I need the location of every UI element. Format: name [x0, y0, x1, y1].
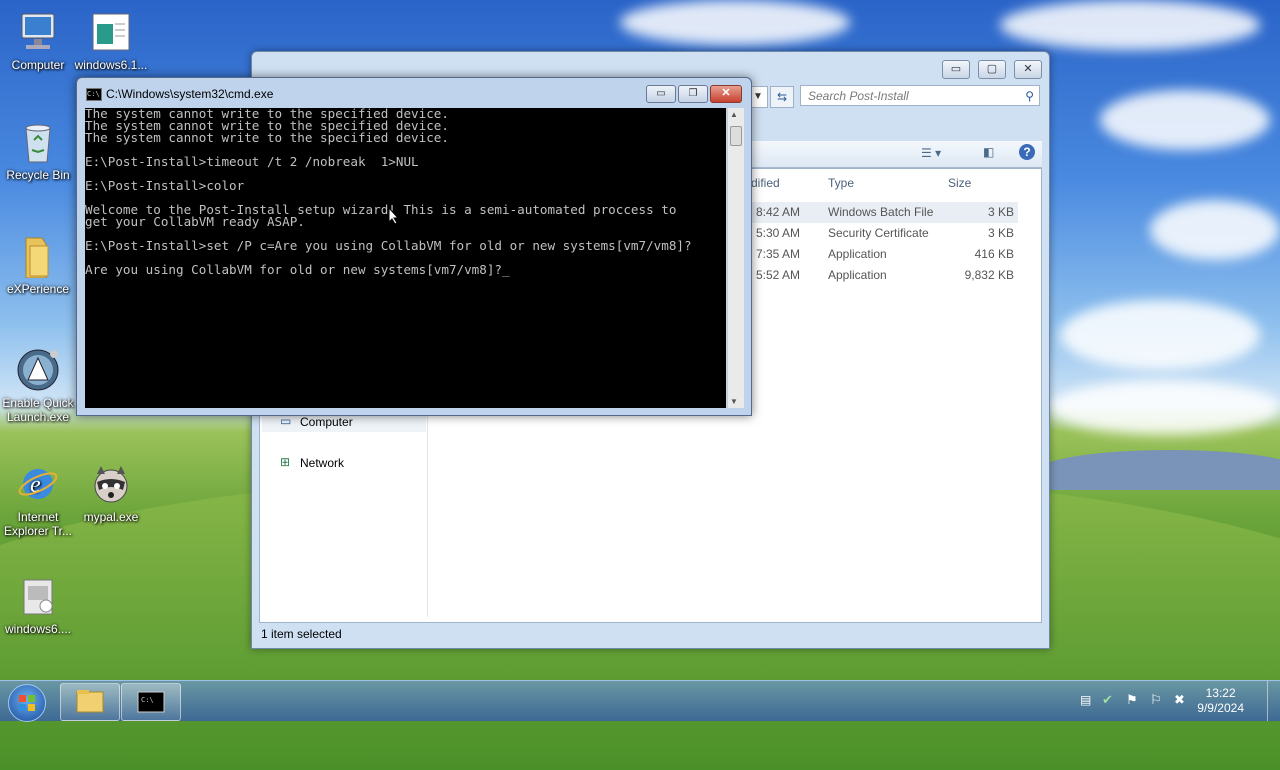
internet-explorer-icon: e: [16, 462, 60, 506]
desktop-icon-label: Recycle Bin: [6, 168, 70, 182]
desktop-icon-mypal[interactable]: mypal.exe: [73, 462, 149, 524]
console-line: E:\Post-Install>color: [85, 178, 245, 193]
clock-date: 9/9/2024: [1197, 701, 1244, 715]
file-row[interactable]: 8:42 AM Windows Batch File 3 KB: [748, 202, 1018, 223]
desktop-icon-recycle-bin[interactable]: Recycle Bin: [0, 120, 76, 182]
console-line: get your CollabVM ready ASAP.: [85, 214, 305, 229]
desktop-icon-windows-package-2[interactable]: windows6....: [0, 574, 76, 636]
folder-icon: [16, 234, 60, 279]
desktop-icon-label: Enable Quick Launch.exe: [2, 396, 74, 424]
minimize-button[interactable]: ▭: [942, 60, 970, 79]
security-icon[interactable]: ✔: [1102, 692, 1113, 708]
taskbar-cmd-button[interactable]: C:\: [121, 683, 181, 721]
svg-text:C:\: C:\: [141, 696, 154, 704]
console-output[interactable]: The system cannot write to the specified…: [85, 108, 726, 408]
console-line: E:\Post-Install>timeout /t 2 /nobreak 1>…: [85, 154, 419, 169]
window-title: C:\Windows\system32\cmd.exe: [106, 87, 274, 101]
file-size: 3 KB: [987, 205, 1014, 219]
action-center-flag-icon[interactable]: ⚑: [1126, 692, 1138, 708]
file-row[interactable]: 7:35 AM Application 416 KB: [748, 244, 1018, 265]
column-header-date-modified[interactable]: dified: [751, 176, 780, 190]
taskbar: C:\ ▤ ✔ ⚑ ⚐ ✖ 13:22 9/9/2024: [0, 680, 1280, 722]
desktop-icon-windows-package[interactable]: windows6.1...: [73, 10, 149, 72]
document-icon: [89, 10, 133, 54]
file-time: 5:30 AM: [756, 226, 801, 240]
search-icon[interactable]: ⚲: [1025, 86, 1034, 107]
scroll-down-icon[interactable]: ▼: [730, 397, 738, 406]
close-button[interactable]: ✕: [710, 85, 742, 103]
views-icon[interactable]: ☰ ▾: [921, 146, 941, 160]
file-size: 416 KB: [974, 247, 1014, 261]
file-size: 3 KB: [987, 226, 1014, 240]
status-bar: 1 item selected: [261, 627, 342, 641]
nav-item-computer[interactable]: ▭ Computer: [262, 414, 426, 432]
nav-label: Network: [300, 456, 345, 470]
column-header-size[interactable]: Size: [948, 176, 971, 190]
desktop-icon-enable-quick-launch[interactable]: Enable Quick Launch.exe: [0, 348, 76, 424]
minimize-button[interactable]: ▭: [646, 85, 676, 103]
notification-icon[interactable]: ▤: [1080, 693, 1091, 707]
mouse-cursor-icon: [388, 207, 400, 225]
restore-button[interactable]: ❐: [678, 85, 708, 103]
desktop-icon-label: windows6....: [4, 622, 72, 636]
file-row[interactable]: 5:52 AM Application 9,832 KB: [748, 265, 1018, 286]
file-type: Windows Batch File: [828, 205, 934, 219]
maximize-button[interactable]: ▢: [978, 60, 1006, 79]
pane-divider: [427, 387, 428, 617]
desktop-icon-internet-explorer[interactable]: e Internet Explorer Tr...: [0, 462, 76, 538]
file-type: Application: [828, 247, 887, 261]
vertical-scrollbar[interactable]: ▲ ▼: [727, 108, 744, 408]
close-button[interactable]: ✕: [1014, 60, 1042, 79]
recycle-bin-icon: [16, 120, 60, 164]
computer-icon: ▭: [280, 414, 292, 428]
network-icon: ⊞: [280, 455, 291, 469]
cmd-icon: C:\: [86, 88, 102, 101]
file-time: 8:42 AM: [756, 205, 801, 219]
console-line: The system cannot write to the specified…: [85, 130, 449, 145]
desktop-icon-label: Computer: [11, 58, 65, 72]
taskbar-explorer-button[interactable]: [60, 683, 120, 721]
file-type: Application: [828, 268, 887, 282]
file-time: 5:52 AM: [756, 268, 801, 282]
preview-pane-icon[interactable]: ◧: [983, 145, 994, 159]
desktop-icon-label: windows6.1...: [74, 58, 148, 72]
console-line: Are you using CollabVM for old or new sy…: [85, 262, 510, 277]
desktop-icon-label: Internet Explorer Tr...: [3, 510, 73, 538]
scroll-up-icon[interactable]: ▲: [730, 110, 738, 119]
desktop-icon-label: mypal.exe: [83, 510, 139, 524]
start-button[interactable]: [8, 684, 46, 722]
show-desktop-button[interactable]: [1267, 681, 1280, 721]
cmd-window[interactable]: C:\ C:\Windows\system32\cmd.exe ▭ ❐ ✕ Th…: [76, 77, 752, 416]
scroll-thumb[interactable]: [730, 126, 742, 146]
volume-muted-icon[interactable]: ✖: [1174, 692, 1185, 708]
nav-label: Computer: [300, 415, 353, 429]
clock[interactable]: 13:22 9/9/2024: [1197, 686, 1244, 716]
cmd-icon: C:\: [137, 691, 165, 713]
folder-icon: [76, 690, 104, 713]
file-row[interactable]: 5:30 AM Security Certificate 3 KB: [748, 223, 1018, 244]
autoit-icon: [16, 348, 60, 392]
help-icon[interactable]: ?: [1019, 144, 1035, 160]
nav-item-network[interactable]: ⊞ Network: [262, 455, 426, 473]
raccoon-icon: [89, 462, 133, 506]
computer-icon: [16, 10, 60, 54]
file-size: 9,832 KB: [964, 268, 1014, 282]
file-type: Security Certificate: [828, 226, 929, 240]
action-center-icon[interactable]: ⚐: [1150, 692, 1162, 708]
desktop-icon-label: eXPerience: [6, 282, 70, 296]
windows-logo-icon: [19, 695, 35, 711]
search-placeholder: Search Post-Install: [808, 89, 909, 103]
desktop-icon-experience[interactable]: eXPerience: [0, 234, 76, 296]
search-input[interactable]: Search Post-Install ⚲: [800, 85, 1040, 106]
refresh-icon[interactable]: ⇆: [770, 86, 794, 108]
console-line: E:\Post-Install>set /P c=Are you using C…: [85, 238, 692, 253]
desktop-icon-computer[interactable]: Computer: [0, 10, 76, 72]
column-header-type[interactable]: Type: [828, 176, 854, 190]
clock-time: 13:22: [1205, 686, 1236, 700]
installer-icon: [16, 574, 60, 618]
file-time: 7:35 AM: [756, 247, 801, 261]
